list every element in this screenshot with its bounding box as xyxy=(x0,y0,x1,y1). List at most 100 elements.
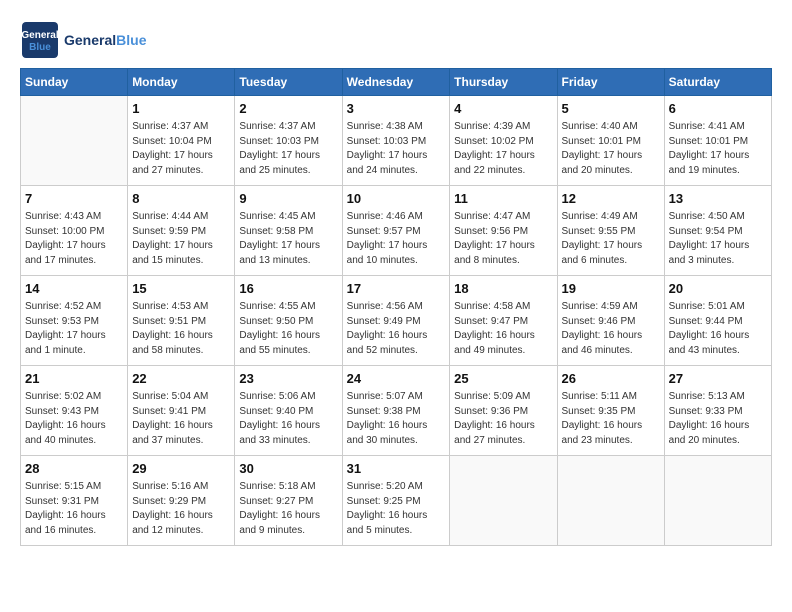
day-info: Sunrise: 5:20 AM Sunset: 9:25 PM Dayligh… xyxy=(347,480,446,538)
day-number: 15 xyxy=(132,280,230,298)
day-number: 24 xyxy=(347,370,446,388)
day-cell: 17 Sunrise: 4:56 AM Sunset: 9:49 PM Dayli… xyxy=(342,276,450,366)
day-info: Sunrise: 4:46 AM Sunset: 9:57 PM Dayligh… xyxy=(347,210,446,268)
day-number: 28 xyxy=(25,460,123,478)
day-cell: 22 Sunrise: 5:04 AM Sunset: 9:41 PM Dayli… xyxy=(128,366,235,456)
day-info: Sunrise: 5:04 AM Sunset: 9:41 PM Dayligh… xyxy=(132,390,230,448)
weekday-header-thursday: Thursday xyxy=(450,69,557,96)
day-number: 2 xyxy=(239,100,337,118)
day-number: 16 xyxy=(239,280,337,298)
day-info: Sunrise: 4:50 AM Sunset: 9:54 PM Dayligh… xyxy=(669,210,767,268)
day-cell: 26 Sunrise: 5:11 AM Sunset: 9:35 PM Dayli… xyxy=(557,366,664,456)
day-number: 12 xyxy=(562,190,660,208)
week-row-2: 7Sunrise: 4:43 AM Sunset: 10:00 PM Dayli… xyxy=(21,186,772,276)
day-cell: 6 Sunrise: 4:41 AM Sunset: 10:01 PM Dayli… xyxy=(664,96,771,186)
day-info: Sunrise: 4:45 AM Sunset: 9:58 PM Dayligh… xyxy=(239,210,337,268)
day-info: Sunrise: 4:59 AM Sunset: 9:46 PM Dayligh… xyxy=(562,300,660,358)
day-info: Sunrise: 5:02 AM Sunset: 9:43 PM Dayligh… xyxy=(25,390,123,448)
day-number: 26 xyxy=(562,370,660,388)
day-number: 27 xyxy=(669,370,767,388)
day-info: Sunrise: 4:47 AM Sunset: 9:56 PM Dayligh… xyxy=(454,210,552,268)
week-row-3: 14 Sunrise: 4:52 AM Sunset: 9:53 PM Dayli… xyxy=(21,276,772,366)
day-cell xyxy=(557,456,664,546)
day-cell xyxy=(21,96,128,186)
day-number: 4 xyxy=(454,100,552,118)
week-row-1: 1 Sunrise: 4:37 AM Sunset: 10:04 PM Dayli… xyxy=(21,96,772,186)
weekday-header-tuesday: Tuesday xyxy=(235,69,342,96)
day-number: 6 xyxy=(669,100,767,118)
logo-icon: General Blue xyxy=(20,20,60,60)
day-number: 23 xyxy=(239,370,337,388)
day-number: 1 xyxy=(132,100,230,118)
weekday-header-saturday: Saturday xyxy=(664,69,771,96)
day-cell: 5Sunrise: 4:40 AM Sunset: 10:01 PM Dayli… xyxy=(557,96,664,186)
day-cell: 24 Sunrise: 5:07 AM Sunset: 9:38 PM Dayli… xyxy=(342,366,450,456)
day-info: Sunrise: 5:07 AM Sunset: 9:38 PM Dayligh… xyxy=(347,390,446,448)
day-number: 19 xyxy=(562,280,660,298)
day-info: Sunrise: 4:41 AM Sunset: 10:01 PM Daylig… xyxy=(669,120,767,178)
day-info: Sunrise: 4:55 AM Sunset: 9:50 PM Dayligh… xyxy=(239,300,337,358)
day-cell: 28 Sunrise: 5:15 AM Sunset: 9:31 PM Dayli… xyxy=(21,456,128,546)
weekday-header-sunday: Sunday xyxy=(21,69,128,96)
day-info: Sunrise: 5:01 AM Sunset: 9:44 PM Dayligh… xyxy=(669,300,767,358)
day-info: Sunrise: 4:52 AM Sunset: 9:53 PM Dayligh… xyxy=(25,300,123,358)
week-row-5: 28 Sunrise: 5:15 AM Sunset: 9:31 PM Dayli… xyxy=(21,456,772,546)
calendar-table: SundayMondayTuesdayWednesdayThursdayFrid… xyxy=(20,68,772,546)
day-cell: 8Sunrise: 4:44 AM Sunset: 9:59 PM Daylig… xyxy=(128,186,235,276)
day-number: 30 xyxy=(239,460,337,478)
day-info: Sunrise: 4:56 AM Sunset: 9:49 PM Dayligh… xyxy=(347,300,446,358)
day-info: Sunrise: 5:09 AM Sunset: 9:36 PM Dayligh… xyxy=(454,390,552,448)
day-number: 31 xyxy=(347,460,446,478)
day-cell: 21 Sunrise: 5:02 AM Sunset: 9:43 PM Dayli… xyxy=(21,366,128,456)
week-row-4: 21 Sunrise: 5:02 AM Sunset: 9:43 PM Dayli… xyxy=(21,366,772,456)
day-info: Sunrise: 5:15 AM Sunset: 9:31 PM Dayligh… xyxy=(25,480,123,538)
calendar-body: 1 Sunrise: 4:37 AM Sunset: 10:04 PM Dayli… xyxy=(21,96,772,546)
day-number: 22 xyxy=(132,370,230,388)
day-number: 5 xyxy=(562,100,660,118)
day-cell: 15 Sunrise: 4:53 AM Sunset: 9:51 PM Dayli… xyxy=(128,276,235,366)
day-cell: 29Sunrise: 5:16 AM Sunset: 9:29 PM Dayli… xyxy=(128,456,235,546)
day-info: Sunrise: 5:11 AM Sunset: 9:35 PM Dayligh… xyxy=(562,390,660,448)
day-number: 14 xyxy=(25,280,123,298)
day-info: Sunrise: 5:18 AM Sunset: 9:27 PM Dayligh… xyxy=(239,480,337,538)
day-info: Sunrise: 4:38 AM Sunset: 10:03 PM Daylig… xyxy=(347,120,446,178)
day-cell: 16 Sunrise: 4:55 AM Sunset: 9:50 PM Dayli… xyxy=(235,276,342,366)
day-number: 25 xyxy=(454,370,552,388)
day-cell: 19 Sunrise: 4:59 AM Sunset: 9:46 PM Dayli… xyxy=(557,276,664,366)
day-number: 20 xyxy=(669,280,767,298)
day-cell: 23 Sunrise: 5:06 AM Sunset: 9:40 PM Dayli… xyxy=(235,366,342,456)
day-cell: 2 Sunrise: 4:37 AM Sunset: 10:03 PM Dayli… xyxy=(235,96,342,186)
day-cell: 10 Sunrise: 4:46 AM Sunset: 9:57 PM Dayli… xyxy=(342,186,450,276)
day-cell: 14 Sunrise: 4:52 AM Sunset: 9:53 PM Dayli… xyxy=(21,276,128,366)
day-info: Sunrise: 5:06 AM Sunset: 9:40 PM Dayligh… xyxy=(239,390,337,448)
day-cell: 4Sunrise: 4:39 AM Sunset: 10:02 PM Dayli… xyxy=(450,96,557,186)
day-info: Sunrise: 4:53 AM Sunset: 9:51 PM Dayligh… xyxy=(132,300,230,358)
day-info: Sunrise: 5:13 AM Sunset: 9:33 PM Dayligh… xyxy=(669,390,767,448)
day-cell: 11Sunrise: 4:47 AM Sunset: 9:56 PM Dayli… xyxy=(450,186,557,276)
day-number: 10 xyxy=(347,190,446,208)
day-cell: 30 Sunrise: 5:18 AM Sunset: 9:27 PM Dayli… xyxy=(235,456,342,546)
weekday-header-wednesday: Wednesday xyxy=(342,69,450,96)
day-cell xyxy=(450,456,557,546)
day-cell: 20 Sunrise: 5:01 AM Sunset: 9:44 PM Dayli… xyxy=(664,276,771,366)
day-info: Sunrise: 4:37 AM Sunset: 10:04 PM Daylig… xyxy=(132,120,230,178)
day-number: 21 xyxy=(25,370,123,388)
logo-text: GeneralBlue xyxy=(64,32,146,48)
day-number: 17 xyxy=(347,280,446,298)
day-number: 9 xyxy=(239,190,337,208)
day-cell xyxy=(664,456,771,546)
svg-text:General: General xyxy=(21,30,58,41)
day-cell: 25 Sunrise: 5:09 AM Sunset: 9:36 PM Dayli… xyxy=(450,366,557,456)
day-number: 8 xyxy=(132,190,230,208)
day-number: 13 xyxy=(669,190,767,208)
day-cell: 18Sunrise: 4:58 AM Sunset: 9:47 PM Dayli… xyxy=(450,276,557,366)
day-info: Sunrise: 4:37 AM Sunset: 10:03 PM Daylig… xyxy=(239,120,337,178)
day-cell: 12 Sunrise: 4:49 AM Sunset: 9:55 PM Dayli… xyxy=(557,186,664,276)
day-info: Sunrise: 4:58 AM Sunset: 9:47 PM Dayligh… xyxy=(454,300,552,358)
day-info: Sunrise: 4:43 AM Sunset: 10:00 PM Daylig… xyxy=(25,210,123,268)
day-cell: 31 Sunrise: 5:20 AM Sunset: 9:25 PM Dayli… xyxy=(342,456,450,546)
weekday-header-monday: Monday xyxy=(128,69,235,96)
logo: General Blue GeneralBlue xyxy=(20,20,146,60)
day-info: Sunrise: 5:16 AM Sunset: 9:29 PM Dayligh… xyxy=(132,480,230,538)
day-info: Sunrise: 4:49 AM Sunset: 9:55 PM Dayligh… xyxy=(562,210,660,268)
